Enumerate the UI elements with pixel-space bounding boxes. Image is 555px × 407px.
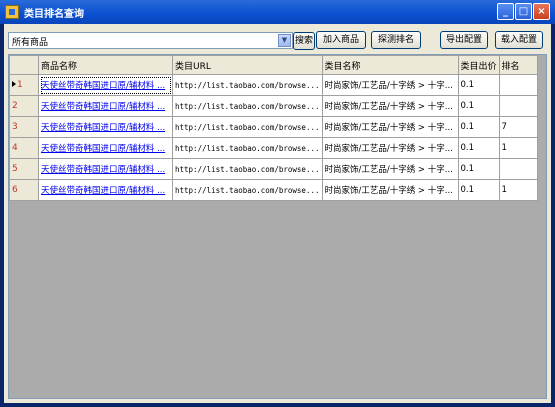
product-name-cell[interactable]: 天使丝带奇韩国进口原/辅材料 ...: [38, 158, 173, 180]
row-number[interactable]: 2: [9, 95, 39, 117]
product-name-cell[interactable]: 天使丝带奇韩国进口原/辅材料 ...: [38, 95, 173, 117]
close-button[interactable]: ×: [533, 3, 550, 20]
rank-cell[interactable]: [498, 158, 538, 180]
minimize-icon: _: [503, 6, 508, 17]
table-row[interactable]: 4 天使丝带奇韩国进口原/辅材料 ... http://list.taobao.…: [9, 137, 538, 159]
product-name-link[interactable]: 天使丝带奇韩国进口原/辅材料 ...: [41, 186, 165, 196]
category-select-value: 所有商品: [12, 38, 49, 48]
row-number[interactable]: 6: [9, 179, 39, 201]
maximize-icon: □: [518, 6, 529, 17]
maximize-button[interactable]: □: [515, 3, 532, 20]
product-name-link[interactable]: 天使丝带奇韩国进口原/辅材料 ...: [41, 144, 165, 154]
table-row[interactable]: 2 天使丝带奇韩国进口原/辅材料 ... http://list.taobao.…: [9, 95, 538, 117]
column-header-rank[interactable]: 排名: [498, 55, 538, 75]
category-url-cell[interactable]: http://list.taobao.com/browse...: [172, 116, 323, 138]
category-url-cell[interactable]: http://list.taobao.com/browse...: [172, 179, 323, 201]
category-name-cell[interactable]: 时尚家饰/工艺品/十字绣 > 十字...: [321, 116, 459, 138]
detect-rank-button[interactable]: 探测排名: [371, 31, 421, 49]
category-select[interactable]: 所有商品 ▼: [8, 32, 293, 49]
category-url-cell[interactable]: http://list.taobao.com/browse...: [172, 74, 323, 96]
category-url-cell[interactable]: http://list.taobao.com/browse...: [172, 137, 323, 159]
category-name-cell[interactable]: 时尚家饰/工艺品/十字绣 > 十字...: [321, 158, 459, 180]
product-name-cell[interactable]: 天使丝带奇韩国进口原/辅材料 ...: [38, 116, 173, 138]
export-config-button[interactable]: 导出配置: [440, 31, 488, 49]
product-name-link[interactable]: 天使丝带奇韩国进口原/辅材料 ...: [41, 81, 165, 91]
column-header-category-url[interactable]: 类目URL: [172, 55, 323, 75]
category-bid-cell[interactable]: 0.1: [457, 158, 500, 180]
results-grid[interactable]: 商品名称 类目URL 类目名称 类目出价 排名 1 天使丝带奇韩国进口原/辅材料…: [8, 54, 547, 399]
title-bar[interactable]: 类目排名查询 _ □ ×: [0, 0, 555, 24]
row-number[interactable]: 3: [9, 116, 39, 138]
category-name-cell[interactable]: 时尚家饰/工艺品/十字绣 > 十字...: [321, 74, 459, 96]
app-icon: [5, 5, 19, 19]
close-icon: ×: [537, 6, 546, 17]
category-url-cell[interactable]: http://list.taobao.com/browse...: [172, 158, 323, 180]
column-header-category-bid[interactable]: 类目出价: [457, 55, 500, 75]
category-bid-cell[interactable]: 0.1: [457, 179, 500, 201]
category-bid-cell[interactable]: 0.1: [457, 74, 500, 96]
table-row[interactable]: 6 天使丝带奇韩国进口原/辅材料 ... http://list.taobao.…: [9, 179, 538, 201]
category-bid-cell[interactable]: 0.1: [457, 116, 500, 138]
category-url-cell[interactable]: http://list.taobao.com/browse...: [172, 95, 323, 117]
row-number[interactable]: 1: [9, 74, 39, 96]
rank-cell[interactable]: [498, 74, 538, 96]
window-title: 类目排名查询: [24, 9, 84, 20]
category-bid-cell[interactable]: 0.1: [457, 137, 500, 159]
search-button[interactable]: 搜索: [293, 32, 315, 50]
category-name-cell[interactable]: 时尚家饰/工艺品/十字绣 > 十字...: [321, 137, 459, 159]
table-row[interactable]: 3 天使丝带奇韩国进口原/辅材料 ... http://list.taobao.…: [9, 116, 538, 138]
minimize-button[interactable]: _: [497, 3, 514, 20]
chevron-down-icon[interactable]: ▼: [278, 34, 291, 47]
row-number[interactable]: 5: [9, 158, 39, 180]
current-row-marker-icon: [12, 81, 16, 87]
product-name-link[interactable]: 天使丝带奇韩国进口原/辅材料 ...: [41, 123, 165, 133]
add-product-button[interactable]: 加入商品: [316, 31, 366, 49]
product-name-link[interactable]: 天使丝带奇韩国进口原/辅材料 ...: [41, 102, 165, 112]
table-row[interactable]: 5 天使丝带奇韩国进口原/辅材料 ... http://list.taobao.…: [9, 158, 538, 180]
product-name-cell[interactable]: 天使丝带奇韩国进口原/辅材料 ...: [38, 74, 173, 96]
rank-cell[interactable]: [498, 95, 538, 117]
rank-cell[interactable]: 7: [498, 116, 538, 138]
load-config-button[interactable]: 载入配置: [495, 31, 543, 49]
rank-cell[interactable]: 1: [498, 179, 538, 201]
product-name-cell[interactable]: 天使丝带奇韩国进口原/辅材料 ...: [38, 137, 173, 159]
product-name-cell[interactable]: 天使丝带奇韩国进口原/辅材料 ...: [38, 179, 173, 201]
grid-background: 商品名称 类目URL 类目名称 类目出价 排名 1 天使丝带奇韩国进口原/辅材料…: [9, 55, 546, 398]
category-name-cell[interactable]: 时尚家饰/工艺品/十字绣 > 十字...: [321, 95, 459, 117]
category-name-cell[interactable]: 时尚家饰/工艺品/十字绣 > 十字...: [321, 179, 459, 201]
client-area: 所有商品 ▼ 搜索 加入商品 探测排名 导出配置 载入配置 商品名称 类目URL: [4, 24, 551, 403]
row-header-corner: [9, 55, 39, 75]
app-window: 类目排名查询 _ □ × 所有商品 ▼ 搜索 加入商品 探测排名 导出配置 载入…: [0, 0, 555, 407]
column-header-product-name[interactable]: 商品名称: [38, 55, 173, 75]
rank-cell[interactable]: 1: [498, 137, 538, 159]
results-table: 商品名称 类目URL 类目名称 类目出价 排名 1 天使丝带奇韩国进口原/辅材料…: [9, 55, 538, 201]
column-header-category-name[interactable]: 类目名称: [321, 55, 459, 75]
row-number[interactable]: 4: [9, 137, 39, 159]
table-header-row: 商品名称 类目URL 类目名称 类目出价 排名: [9, 55, 538, 75]
table-row[interactable]: 1 天使丝带奇韩国进口原/辅材料 ... http://list.taobao.…: [9, 74, 538, 96]
product-name-link[interactable]: 天使丝带奇韩国进口原/辅材料 ...: [41, 165, 165, 175]
category-bid-cell[interactable]: 0.1: [457, 95, 500, 117]
